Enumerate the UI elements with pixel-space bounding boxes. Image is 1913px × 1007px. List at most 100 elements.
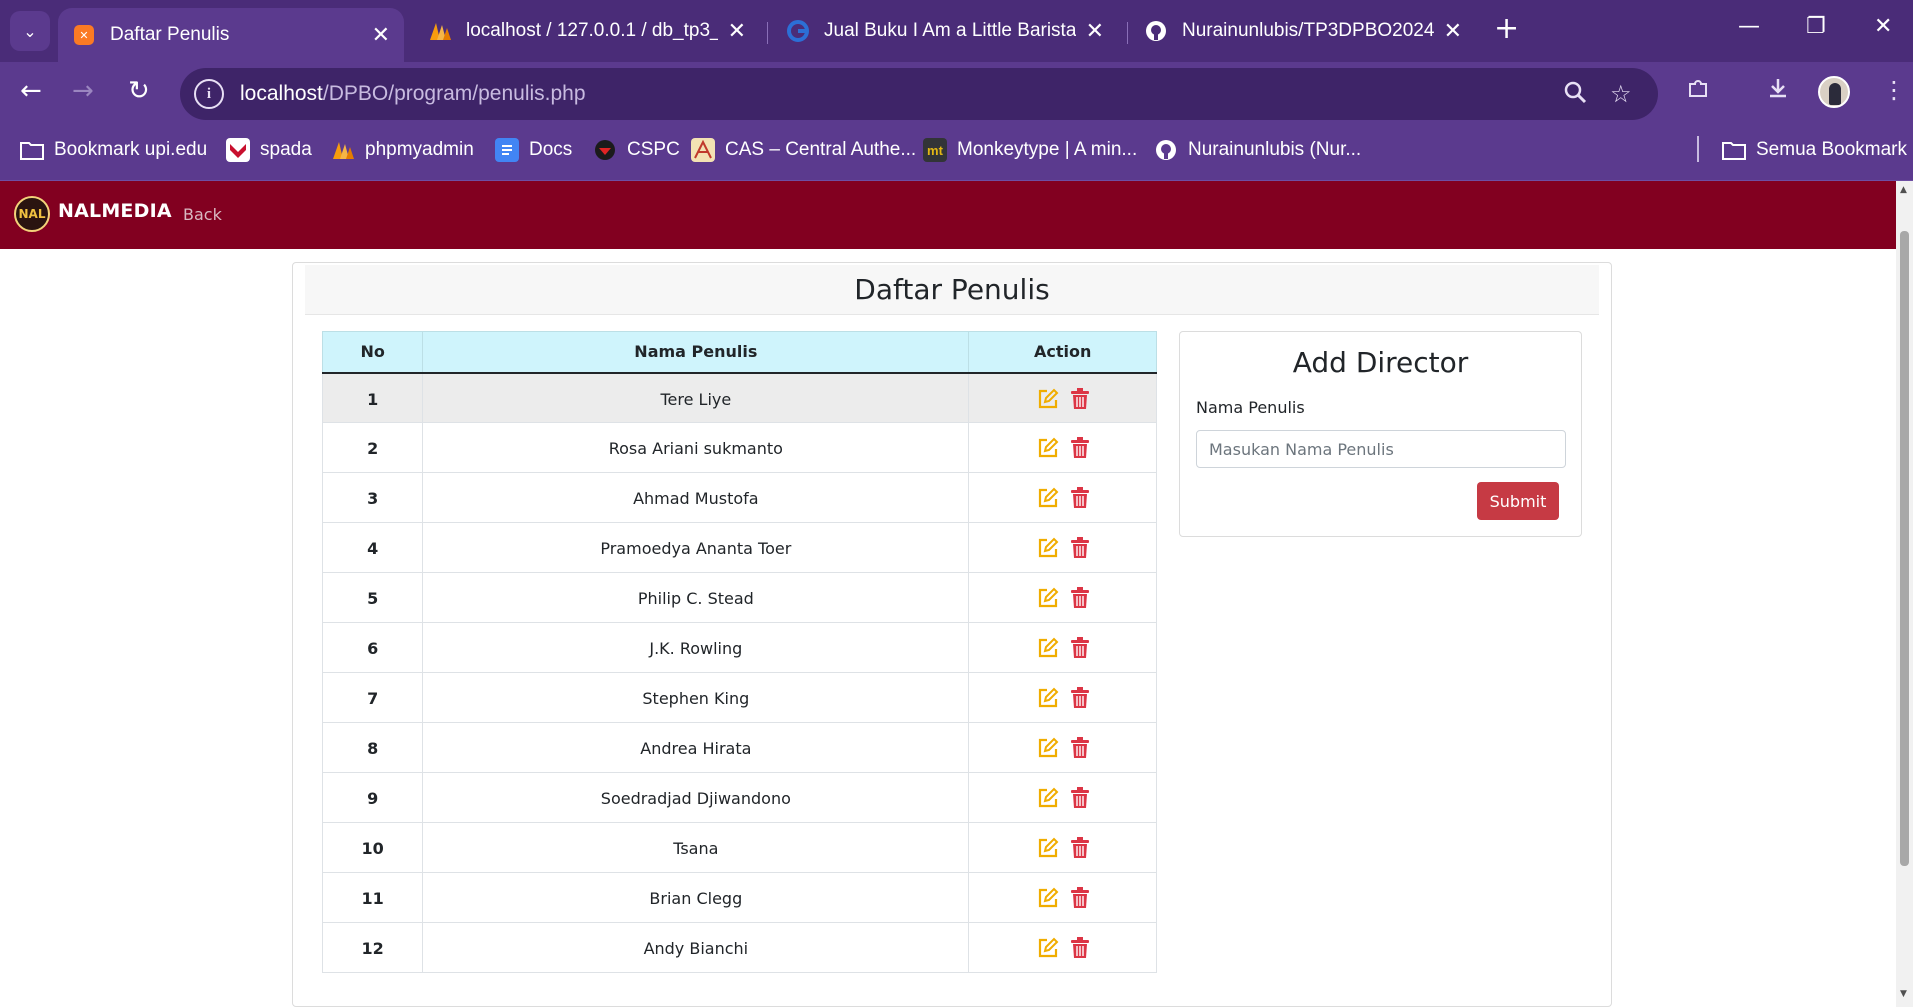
cspc-icon [593, 138, 617, 162]
edit-icon[interactable] [1037, 388, 1059, 410]
reload-icon[interactable]: ↻ [128, 76, 150, 106]
bookmark-github[interactable]: Nurainunlubis (Nur... [1154, 138, 1361, 162]
close-window-icon[interactable]: ✕ [1874, 14, 1892, 39]
tab-title: Jual Buku I Am a Little Barista K [824, 20, 1076, 41]
add-author-form: Add Director Nama Penulis Submit [1179, 331, 1582, 537]
author-name-input[interactable] [1196, 430, 1566, 468]
trash-icon[interactable] [1070, 387, 1089, 410]
new-tab-icon[interactable]: + [1494, 14, 1519, 44]
trash-icon[interactable] [1070, 787, 1089, 809]
edit-icon[interactable] [1037, 787, 1059, 809]
nalmedia-logo: NAL [14, 196, 50, 232]
trash-icon[interactable] [1070, 587, 1089, 609]
trash-icon[interactable] [1070, 437, 1089, 459]
folder-icon [1722, 138, 1746, 162]
tab-daftar-penulis[interactable]: ✕ Daftar Penulis ✕ [58, 8, 404, 62]
close-tab-icon[interactable]: ✕ [728, 18, 746, 44]
browser-chrome: ⌄ ✕ Daftar Penulis ✕ localhost / 127.0.0… [0, 0, 1913, 181]
edit-icon[interactable] [1037, 437, 1059, 459]
edit-icon[interactable] [1037, 537, 1059, 559]
tab-separator [767, 22, 768, 44]
all-bookmarks-folder[interactable]: Semua Bookmark [1722, 138, 1907, 162]
edit-icon[interactable] [1037, 837, 1059, 859]
row-number: 4 [321, 522, 424, 573]
bookmark-monkeytype[interactable]: mt Monkeytype | A min... [923, 138, 1137, 162]
row-actions [968, 822, 1157, 873]
edit-icon[interactable] [1037, 487, 1059, 509]
scroll-thumb[interactable] [1900, 231, 1909, 866]
row-number: 1 [321, 372, 424, 423]
table-row: 4 Pramoedya Ananta Toer [321, 522, 1157, 573]
edit-icon[interactable] [1037, 737, 1059, 759]
row-actions [968, 422, 1157, 473]
row-number: 3 [321, 472, 424, 523]
row-actions [968, 372, 1157, 423]
site-info-icon[interactable]: i [194, 79, 224, 109]
trash-icon[interactable] [1070, 487, 1089, 509]
back-arrow-icon[interactable]: ← [20, 76, 42, 106]
author-name: Ahmad Mustofa [422, 472, 970, 523]
trash-icon[interactable] [1070, 537, 1089, 559]
edit-icon[interactable] [1037, 937, 1059, 959]
bookmark-star-icon[interactable]: ☆ [1610, 80, 1632, 108]
bookmark-upi[interactable]: Bookmark upi.edu [20, 138, 207, 162]
trash-icon[interactable] [1070, 837, 1089, 859]
row-actions [968, 722, 1157, 773]
restore-icon[interactable]: ❐ [1806, 14, 1826, 39]
scroll-down-icon[interactable]: ▼ [1900, 989, 1907, 999]
extensions-icon[interactable] [1686, 76, 1710, 106]
trash-icon[interactable] [1070, 737, 1089, 759]
menu-kebab-icon[interactable]: ⋮ [1882, 76, 1906, 104]
header-name: Nama Penulis [422, 331, 970, 374]
table-body: 1 Tere Liye 2 Rosa Ariani sukmanto 3 Ahmad Mu… [321, 372, 1157, 973]
row-number: 5 [321, 572, 424, 623]
xampp-icon: ✕ [72, 23, 96, 47]
author-name: Andrea Hirata [422, 722, 970, 773]
zoom-icon[interactable] [1563, 80, 1587, 110]
bookmark-cas[interactable]: CAS – Central Authe... [691, 138, 916, 162]
bookmark-docs[interactable]: Docs [495, 138, 572, 162]
trash-icon[interactable] [1070, 887, 1089, 909]
minimize-icon[interactable]: — [1738, 14, 1760, 39]
tab-gramedia[interactable]: Jual Buku I Am a Little Barista K ✕ [772, 8, 1118, 54]
github-icon [1144, 19, 1168, 43]
bookmark-phpmyadmin[interactable]: phpmyadmin [331, 138, 474, 162]
edit-icon[interactable] [1037, 587, 1059, 609]
profile-avatar[interactable] [1818, 76, 1850, 108]
forward-arrow-icon[interactable]: → [72, 76, 94, 106]
phpmyadmin-icon [331, 138, 355, 162]
browser-toolbar: ← → ↻ i localhost/DPBO/program/penulis.p… [0, 62, 1913, 126]
trash-icon[interactable] [1070, 937, 1089, 959]
download-icon[interactable] [1766, 76, 1790, 106]
table-row: 5 Philip C. Stead [321, 572, 1157, 623]
close-tab-icon[interactable]: ✕ [372, 22, 390, 48]
trash-icon[interactable] [1070, 637, 1089, 659]
submit-button[interactable]: Submit [1477, 482, 1559, 520]
close-tab-icon[interactable]: ✕ [1444, 18, 1462, 44]
bookmark-spada[interactable]: spada [226, 138, 312, 162]
edit-icon[interactable] [1037, 637, 1059, 659]
tab-search-button[interactable]: ⌄ [10, 11, 50, 51]
header-action: Action [968, 331, 1157, 374]
tab-phpmyadmin[interactable]: localhost / 127.0.0.1 / db_tp3_b ✕ [414, 8, 760, 54]
address-bar[interactable]: i localhost/DPBO/program/penulis.php ☆ [180, 68, 1658, 120]
trash-icon[interactable] [1070, 687, 1089, 709]
row-number: 8 [321, 722, 424, 773]
back-link[interactable]: Back [183, 205, 222, 224]
edit-icon[interactable] [1037, 887, 1059, 909]
tab-strip: ⌄ ✕ Daftar Penulis ✕ localhost / 127.0.0… [0, 0, 1913, 62]
form-title: Add Director [1292, 346, 1469, 379]
scroll-up-icon[interactable]: ▲ [1900, 185, 1907, 195]
row-actions [968, 572, 1157, 623]
row-number: 6 [321, 622, 424, 673]
cas-icon [691, 138, 715, 162]
tab-title: Daftar Penulis [110, 24, 230, 45]
brand-name: NALMEDIA [58, 200, 172, 222]
brand-link[interactable]: NAL NALMEDIA [14, 196, 172, 232]
tab-github[interactable]: Nurainunlubis/TP3DPBO2024C1 ✕ [1130, 8, 1476, 54]
edit-icon[interactable] [1037, 687, 1059, 709]
page-scrollbar[interactable]: ▲ ▼ [1896, 181, 1913, 1007]
close-tab-icon[interactable]: ✕ [1086, 18, 1104, 44]
bookmark-cspc[interactable]: CSPC [593, 138, 680, 162]
folder-icon [20, 138, 44, 162]
